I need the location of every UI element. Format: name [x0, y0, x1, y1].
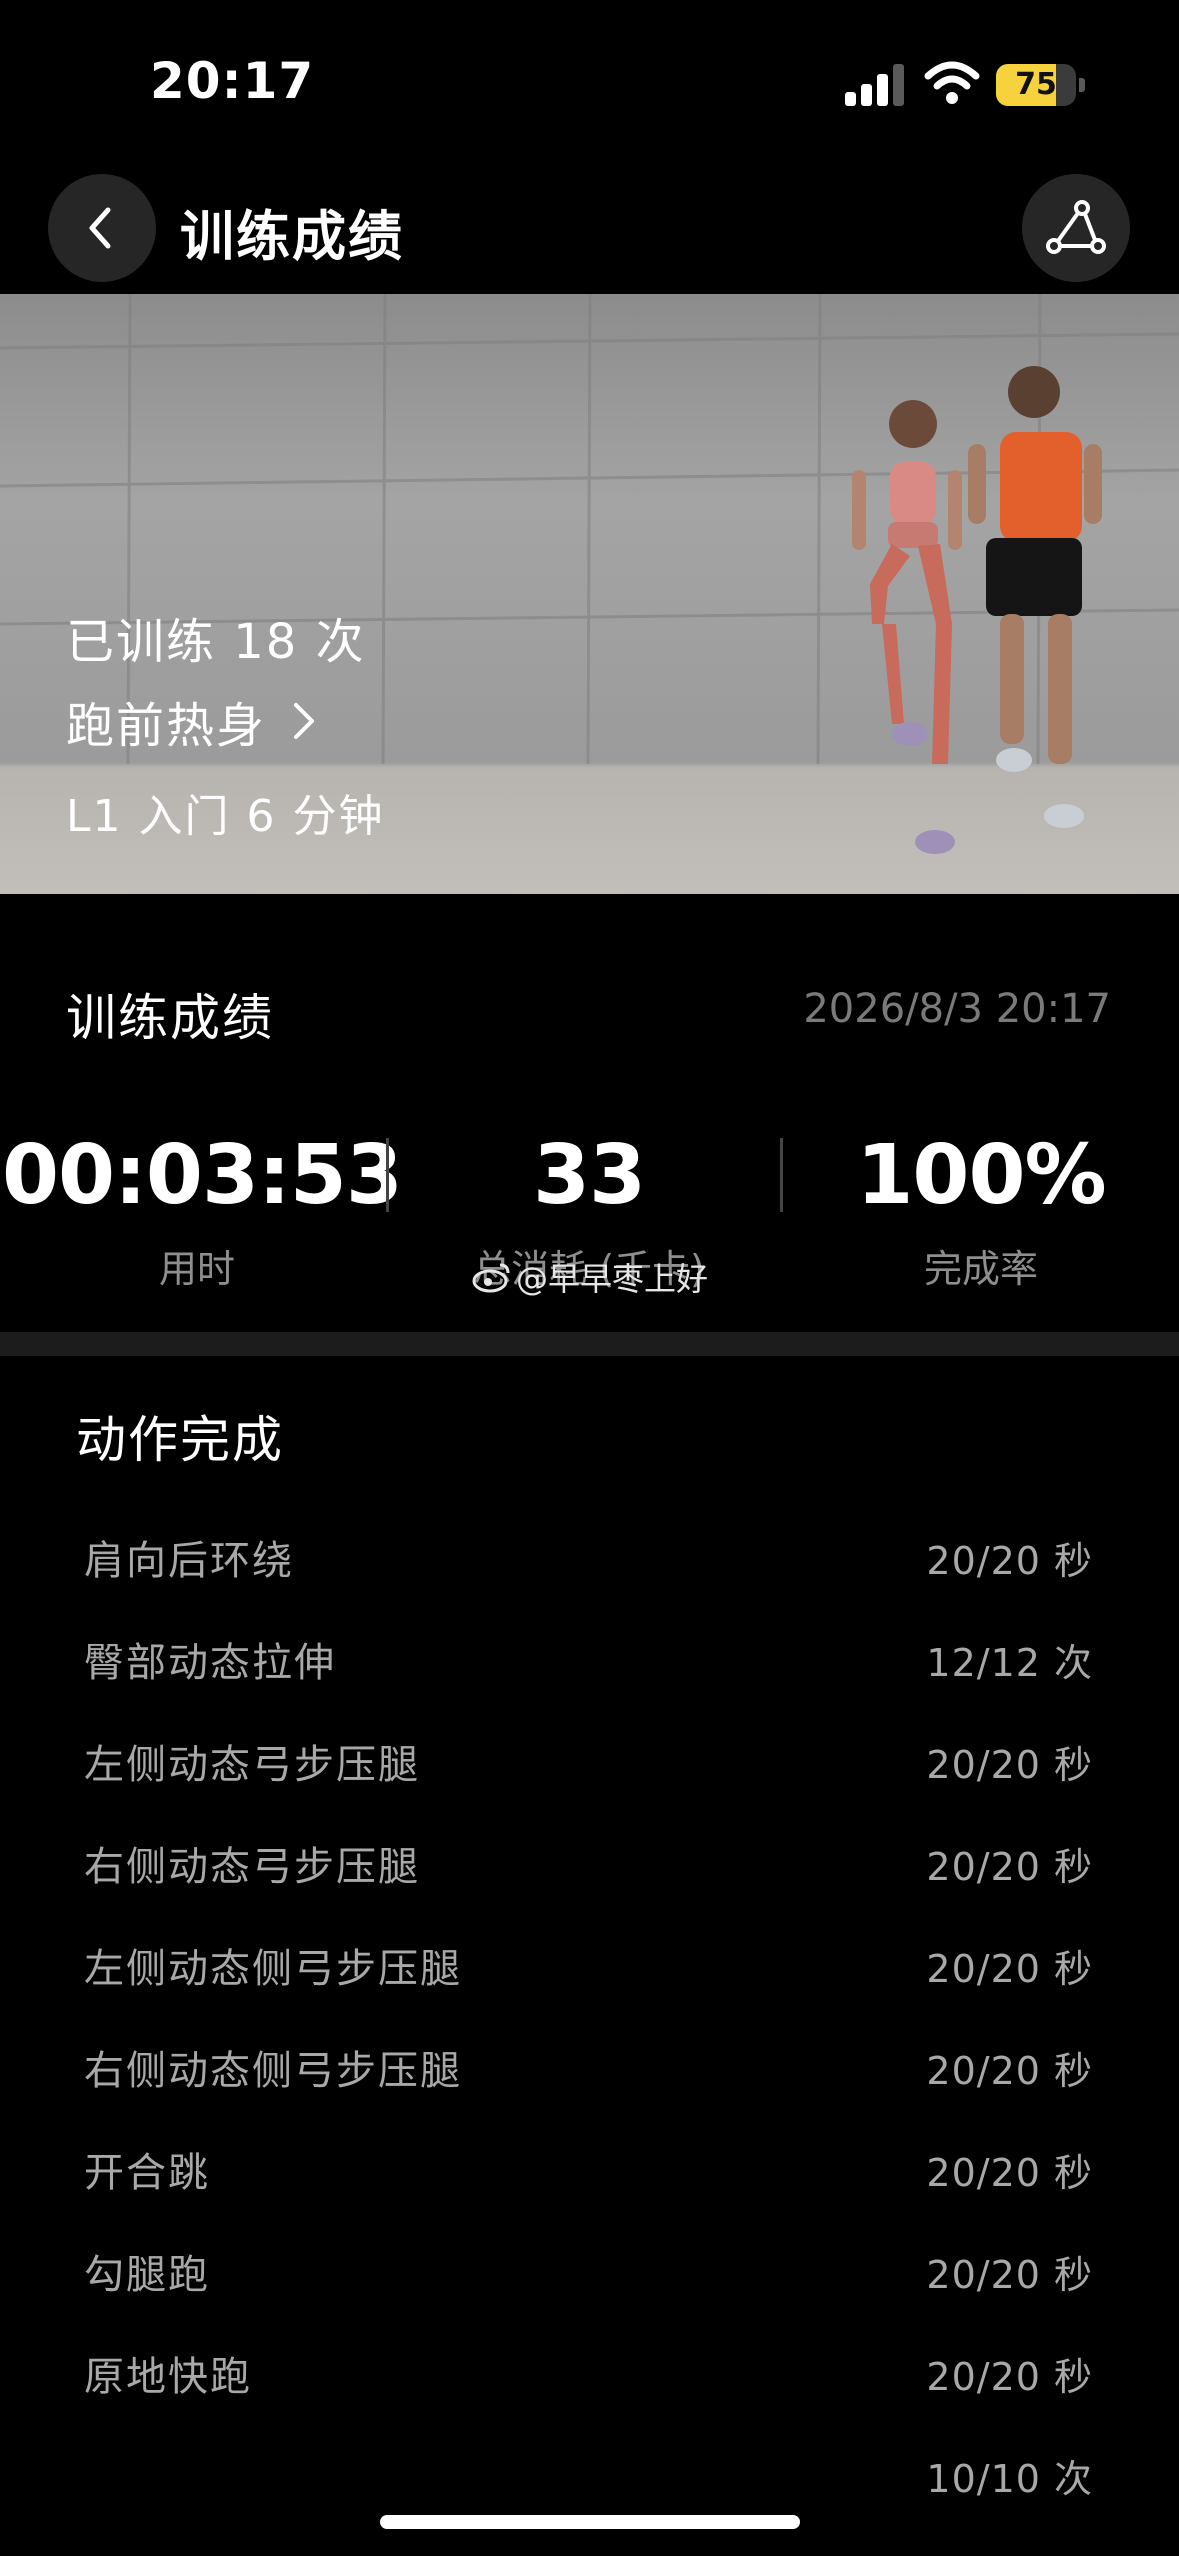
list-item: 开合跳 20/20 秒: [0, 2112, 1179, 2214]
course-name: 跑前热身: [66, 698, 267, 754]
cellular-signal-icon: [845, 62, 905, 106]
exercises-title: 动作完成: [76, 1411, 284, 1469]
exercise-amount: 20/20 秒: [926, 2253, 1093, 2297]
status-time: 20:17: [150, 52, 315, 110]
stat-value: 100%: [856, 1128, 1106, 1223]
share-icon: [1046, 200, 1106, 254]
wifi-icon: [924, 61, 980, 104]
stat-completion: 100% 完成率: [786, 1126, 1176, 1293]
exercise-name: 左侧动态侧弓步压腿: [84, 1946, 462, 1992]
battery-percent: 75: [1015, 67, 1057, 102]
exercise-name: 开合跳: [84, 2150, 210, 2196]
page-title: 训练成绩: [180, 205, 404, 268]
list-item: 勾腿跑 20/20 秒: [0, 2214, 1179, 2316]
chevron-right-icon: [294, 703, 315, 739]
list-item: 右侧动态弓步压腿 20/20 秒: [0, 1806, 1179, 1908]
exercise-amount: 20/20 秒: [926, 2049, 1093, 2093]
exercise-name: 左侧动态弓步压腿: [84, 1742, 420, 1788]
watermark-text: @早早枣上好: [516, 1260, 709, 1298]
list-item: 左侧动态弓步压腿 20/20 秒: [0, 1704, 1179, 1806]
battery-nub: [1079, 78, 1085, 92]
stat-label: 用时: [158, 1247, 235, 1291]
exercise-name: 原地快跑: [84, 2354, 252, 2400]
battery-icon: 75: [996, 64, 1076, 106]
status-bar: 20:17 75: [0, 0, 1179, 170]
results-date: 2026/8/3 20:17: [803, 986, 1111, 1032]
course-level: L1 入门 6 分钟: [66, 791, 385, 842]
exercise-list: 肩向后环绕 20/20 秒 臀部动态拉伸 12/12 次 左侧动态弓步压腿 20/20…: [0, 1500, 1179, 2520]
list-item: 臀部动态拉伸 12/12 次: [0, 1602, 1179, 1704]
top-nav: 训练成绩: [0, 170, 1179, 294]
exercise-name: 肩向后环绕: [84, 1538, 294, 1584]
share-button[interactable]: [1022, 174, 1130, 282]
list-item: 左侧动态侧弓步压腿 20/20 秒: [0, 1908, 1179, 2010]
list-item: 原地快跑 20/20 秒: [0, 2316, 1179, 2418]
stat-value: 33: [532, 1128, 646, 1223]
stat-value: 00:03:53: [2, 1128, 403, 1223]
section-divider: [0, 1332, 1179, 1356]
weibo-logo-icon: [472, 1263, 510, 1293]
list-item: 右侧动态侧弓步压腿 20/20 秒: [0, 2010, 1179, 2112]
watermark: @早早枣上好: [472, 1254, 708, 1300]
stat-divider: [780, 1138, 783, 1212]
home-indicator[interactable]: [380, 2515, 800, 2529]
stat-divider: [386, 1138, 389, 1212]
stat-label: 完成率: [923, 1247, 1038, 1291]
exercise-amount: 20/20 秒: [926, 1947, 1093, 1991]
exercise-amount: 20/20 秒: [926, 2151, 1093, 2195]
results-title: 训练成绩: [66, 989, 274, 1047]
exercise-name: 右侧动态弓步压腿: [84, 1844, 420, 1890]
times-trained: 已训练 18 次: [66, 614, 366, 670]
exercise-amount: 20/20 秒: [926, 1539, 1093, 1583]
chevron-left-icon: [89, 207, 111, 249]
exercise-name: 勾腿跑: [84, 2252, 210, 2298]
course-hero-banner[interactable]: 已训练 18 次 跑前热身 L1 入门 6 分钟: [0, 294, 1179, 894]
exercise-amount: 20/20 秒: [926, 1743, 1093, 1787]
runner-woman: [852, 400, 962, 854]
exercise-amount: 10/10 次: [926, 2457, 1093, 2501]
exercise-amount: 20/20 秒: [926, 2355, 1093, 2399]
list-item: 肩向后环绕 20/20 秒: [0, 1500, 1179, 1602]
course-name-link[interactable]: 跑前热身: [66, 686, 318, 756]
list-item: 10/10 次: [0, 2418, 1179, 2520]
stat-duration: 00:03:53 用时: [2, 1126, 403, 1293]
exercise-name: 臀部动态拉伸: [84, 1640, 336, 1686]
exercise-name: 右侧动态侧弓步压腿: [84, 2048, 462, 2094]
exercise-amount: 12/12 次: [926, 1641, 1093, 1685]
runner-man: [968, 366, 1102, 828]
back-button[interactable]: [48, 174, 156, 282]
exercise-amount: 20/20 秒: [926, 1845, 1093, 1889]
